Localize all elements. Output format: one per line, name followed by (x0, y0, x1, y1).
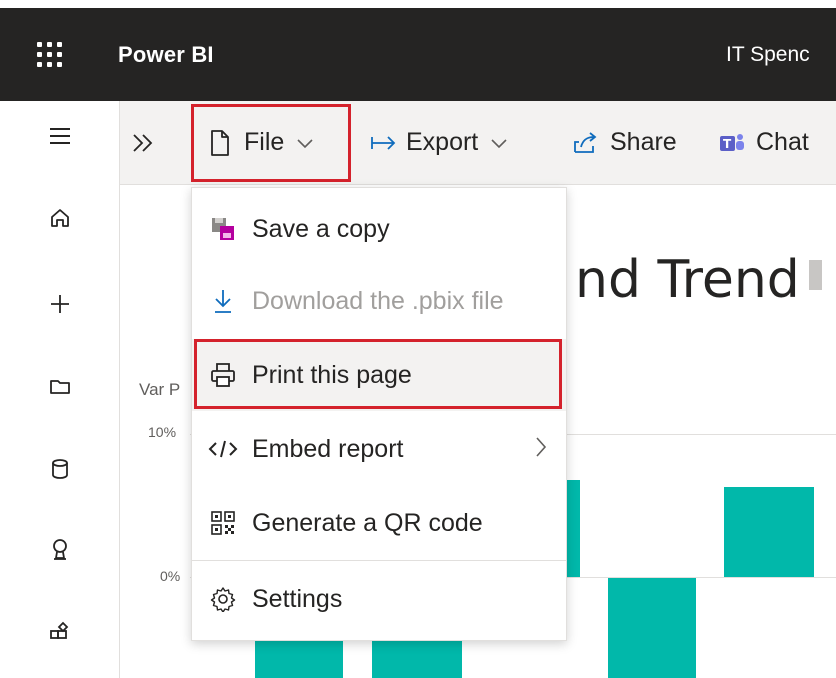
visual-title: nd Trend (575, 250, 800, 310)
visual-title-clip (809, 260, 822, 290)
file-dropdown-menu: Save a copy Download the .pbix file Prin… (191, 187, 567, 641)
chevron-right-icon (534, 435, 548, 466)
share-button[interactable]: Share (572, 101, 677, 184)
code-icon (208, 434, 238, 464)
teams-icon: T (718, 130, 746, 156)
svg-text:T: T (723, 137, 732, 151)
menu-item-save-copy[interactable]: Save a copy (192, 193, 566, 265)
chart-bar[interactable] (608, 578, 696, 678)
chat-in-teams-button[interactable]: T Chat (718, 101, 809, 184)
create-icon[interactable] (47, 291, 73, 317)
home-icon[interactable] (47, 205, 73, 231)
menu-item-label: Generate a QR code (252, 508, 483, 537)
y-tick-label: 10% (148, 424, 177, 440)
menu-item-embed-report[interactable]: Embed report (192, 413, 566, 485)
expand-pane-icon[interactable] (130, 101, 156, 184)
app-launcher-icon[interactable] (33, 38, 67, 72)
apps-icon[interactable] (47, 619, 73, 645)
goals-icon[interactable] (47, 536, 73, 562)
export-arrow-icon (370, 133, 398, 153)
save-copy-icon (208, 214, 238, 244)
menu-item-label: Settings (252, 584, 343, 613)
menu-item-label: Embed report (252, 434, 404, 463)
export-menu-button[interactable]: Export (370, 101, 508, 184)
qr-code-icon (208, 508, 238, 538)
top-bar: Power BI IT Spenc (0, 8, 836, 101)
download-icon (208, 286, 238, 316)
menu-divider (192, 560, 566, 561)
gear-icon (208, 584, 238, 614)
menu-item-generate-qr[interactable]: Generate a QR code (192, 487, 566, 559)
menu-item-label: Save a copy (252, 214, 390, 243)
app-brand[interactable]: Power BI (118, 8, 214, 101)
datahub-icon[interactable] (47, 456, 73, 482)
report-title: IT Spenc (726, 43, 810, 66)
chart-bar[interactable] (724, 487, 814, 577)
chat-label: Chat (756, 128, 809, 156)
chevron-down-icon (490, 137, 508, 149)
menu-item-settings[interactable]: Settings (192, 563, 566, 635)
export-menu-label: Export (406, 128, 479, 156)
left-nav-rail (0, 101, 120, 678)
y-tick-label: 0% (160, 568, 181, 584)
print-item-highlight (194, 339, 562, 409)
y-axis-label: Var P (139, 380, 181, 399)
share-icon (572, 130, 600, 156)
hamburger-menu-icon[interactable] (47, 123, 73, 149)
menu-item-download-pbix: Download the .pbix file (192, 265, 566, 337)
file-button-highlight (191, 104, 351, 182)
browse-icon[interactable] (47, 373, 73, 399)
menu-item-label: Download the .pbix file (252, 286, 504, 315)
share-label: Share (610, 128, 677, 156)
